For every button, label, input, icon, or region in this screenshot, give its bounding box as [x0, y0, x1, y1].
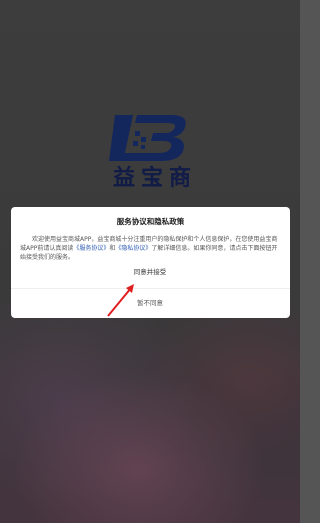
agree-button[interactable]: 同意并接受 — [0, 266, 300, 276]
annotation-arrow-icon — [107, 284, 134, 317]
privacy-agreement-link[interactable]: 《隐私协议》 — [115, 245, 151, 252]
decline-button[interactable]: 暂不同意 — [0, 297, 300, 307]
dialog-body: 欢迎使用益宝商城APP，益宝商城十分注重用户的隐私保护和个人信息保护，在您使用益… — [20, 235, 282, 262]
dialog-title: 服务协议和隐私政策 — [116, 217, 185, 226]
service-agreement-link[interactable]: 《服务协议》 — [73, 245, 109, 252]
dialog-divider — [11, 288, 290, 289]
